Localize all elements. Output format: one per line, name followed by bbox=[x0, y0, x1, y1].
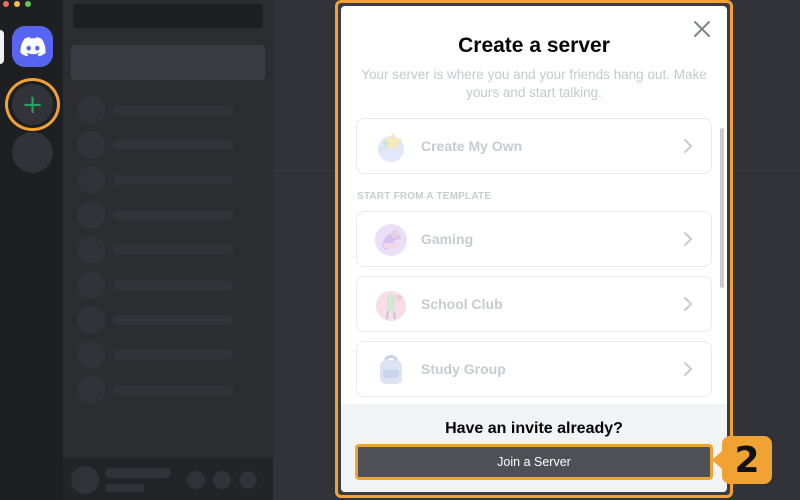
modal-scrollbar[interactable] bbox=[720, 128, 724, 288]
modal-subtitle: Your server is where you and your friend… bbox=[361, 67, 707, 100]
deafen-button[interactable] bbox=[213, 471, 231, 489]
home-button[interactable] bbox=[12, 26, 53, 67]
chevron-right-icon bbox=[684, 297, 693, 311]
create-my-own-icon bbox=[377, 132, 404, 162]
template-school-club-option[interactable]: School Club bbox=[356, 276, 712, 332]
mute-button[interactable] bbox=[187, 471, 205, 489]
template-study-group-label: Study Group bbox=[421, 361, 506, 377]
template-gaming-option[interactable]: Gaming bbox=[356, 211, 712, 267]
avatar bbox=[77, 96, 105, 124]
create-my-own-option[interactable]: Create My Own bbox=[356, 118, 712, 174]
study-group-icon bbox=[380, 355, 402, 384]
template-study-group-option[interactable]: Study Group bbox=[356, 341, 712, 397]
username-placeholder bbox=[105, 468, 171, 478]
selected-server-indicator bbox=[0, 30, 4, 64]
chevron-right-icon bbox=[684, 362, 693, 376]
window-minimize-dot[interactable] bbox=[14, 1, 20, 7]
dm-placeholder-row[interactable] bbox=[77, 96, 247, 124]
dm-placeholder-row[interactable] bbox=[77, 236, 247, 264]
window-close-dot[interactable] bbox=[3, 1, 9, 7]
dm-placeholder-row[interactable] bbox=[77, 271, 247, 299]
invite-heading: Have an invite already? bbox=[445, 420, 623, 437]
dm-placeholder-row[interactable] bbox=[77, 201, 247, 229]
avatar bbox=[77, 306, 105, 334]
dm-placeholder-row[interactable] bbox=[77, 166, 247, 194]
avatar bbox=[77, 271, 105, 299]
user-avatar[interactable] bbox=[71, 466, 99, 494]
avatar bbox=[77, 131, 105, 159]
template-gaming-label: Gaming bbox=[421, 231, 474, 247]
create-my-own-label: Create My Own bbox=[421, 138, 523, 154]
status-placeholder bbox=[105, 484, 145, 492]
avatar bbox=[77, 201, 105, 229]
dm-placeholder-row[interactable] bbox=[77, 306, 247, 334]
modal-footer: Have an invite already? Join a Server bbox=[341, 404, 727, 492]
avatar bbox=[77, 166, 105, 194]
avatar bbox=[77, 236, 105, 264]
chevron-right-icon bbox=[684, 232, 693, 246]
channel-pane bbox=[63, 0, 273, 500]
avatar bbox=[77, 376, 105, 404]
gaming-icon bbox=[375, 224, 407, 256]
template-school-club-label: School Club bbox=[421, 296, 503, 312]
school-club-icon bbox=[376, 291, 406, 321]
discord-logo-icon bbox=[20, 36, 46, 56]
template-section-heading: START FROM A TEMPLATE bbox=[357, 191, 492, 202]
user-panel bbox=[63, 458, 273, 500]
add-server-highlight-ring bbox=[5, 78, 60, 131]
chevron-right-icon bbox=[684, 139, 693, 153]
conversation-search[interactable] bbox=[73, 4, 263, 28]
dm-placeholder-row[interactable] bbox=[77, 131, 247, 159]
dm-placeholder-row[interactable] bbox=[77, 376, 247, 404]
join-server-button[interactable]: Join a Server bbox=[355, 444, 713, 480]
server-rail: + bbox=[0, 0, 63, 500]
modal-title: Create a server bbox=[458, 34, 610, 57]
callout-step-2: 2 bbox=[712, 436, 772, 484]
avatar bbox=[77, 341, 105, 369]
server-placeholder[interactable] bbox=[12, 132, 53, 173]
settings-button[interactable] bbox=[239, 471, 257, 489]
dm-placeholder-row[interactable] bbox=[77, 341, 247, 369]
friends-nav-item[interactable] bbox=[71, 45, 265, 80]
window-zoom-dot[interactable] bbox=[25, 1, 31, 7]
create-server-modal-highlight: Create a server Your server is where you… bbox=[335, 0, 733, 498]
create-server-modal: Create a server Your server is where you… bbox=[341, 6, 727, 492]
